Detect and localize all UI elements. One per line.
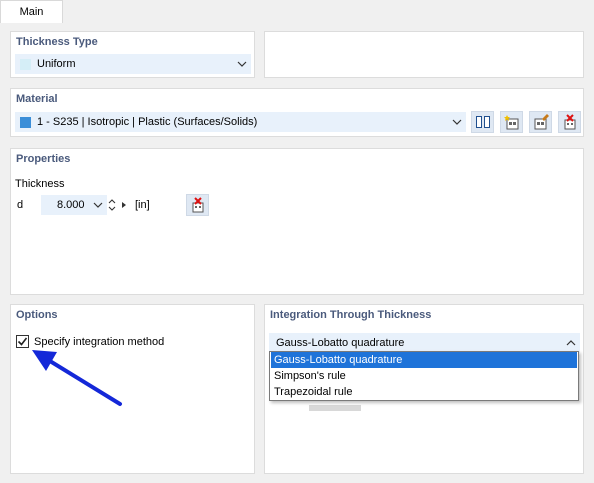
annotation-arrow	[32, 350, 122, 406]
